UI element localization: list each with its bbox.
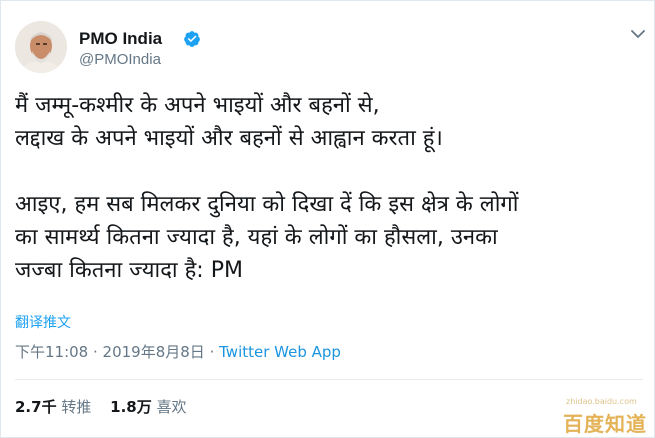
engagement-stats: 2.7千 转推 1.8万 喜欢	[15, 397, 201, 417]
verified-badge-icon	[183, 30, 201, 48]
watermark-logo: 百度知道	[563, 412, 647, 436]
meta-separator: ·	[204, 343, 220, 361]
tweet-date[interactable]: 2019年8月8日	[103, 343, 205, 361]
avatar[interactable]	[15, 21, 67, 73]
tweet-line: मैं जम्मू-कश्मीर के अपने भाइयों और बहनों…	[15, 93, 380, 118]
translate-tweet-link[interactable]: 翻译推文	[15, 314, 71, 332]
tweet-line: आइए, हम सब मिलकर दुनिया को दिखा दें कि इ…	[15, 192, 519, 217]
tweet-header: PMO India @PMOIndia	[15, 21, 645, 77]
tweet-timestamp-row: 下午11:08 · 2019年8月8日 · Twitter Web App	[15, 342, 341, 362]
divider	[15, 379, 643, 380]
meta-separator: ·	[88, 343, 103, 361]
chevron-down-icon[interactable]	[629, 25, 647, 43]
watermark-subtext: zhidao.baidu.com	[566, 397, 637, 406]
retweet-stat[interactable]: 2.7千 转推	[15, 398, 91, 416]
tweet-text: मैं जम्मू-कश्मीर के अपने भाइयों और बहनों…	[15, 89, 643, 287]
like-count: 1.8万	[110, 398, 152, 416]
retweet-label: 转推	[61, 398, 92, 416]
like-stat[interactable]: 1.8万 喜欢	[110, 398, 186, 416]
retweet-count: 2.7千	[15, 398, 57, 416]
tweet-line: लद्दाख के अपने भाइयों और बहनों से आह्वान…	[15, 126, 443, 151]
tweet-time[interactable]: 下午11:08	[15, 343, 88, 361]
tweet-card: PMO India @PMOIndia मैं जम्मू-कश्मीर के …	[0, 0, 655, 438]
source-app-link[interactable]: Twitter Web App	[219, 343, 341, 361]
avatar-image	[15, 21, 67, 73]
tweet-line: का सामर्थ्य कितना ज्यादा है, यहां के लोग…	[15, 225, 498, 250]
author-name[interactable]: PMO India	[79, 29, 162, 49]
author-handle[interactable]: @PMOIndia	[79, 51, 161, 69]
like-label: 喜欢	[156, 398, 187, 416]
tweet-line: जज्बा कितना ज्यादा है: PM	[15, 258, 243, 283]
